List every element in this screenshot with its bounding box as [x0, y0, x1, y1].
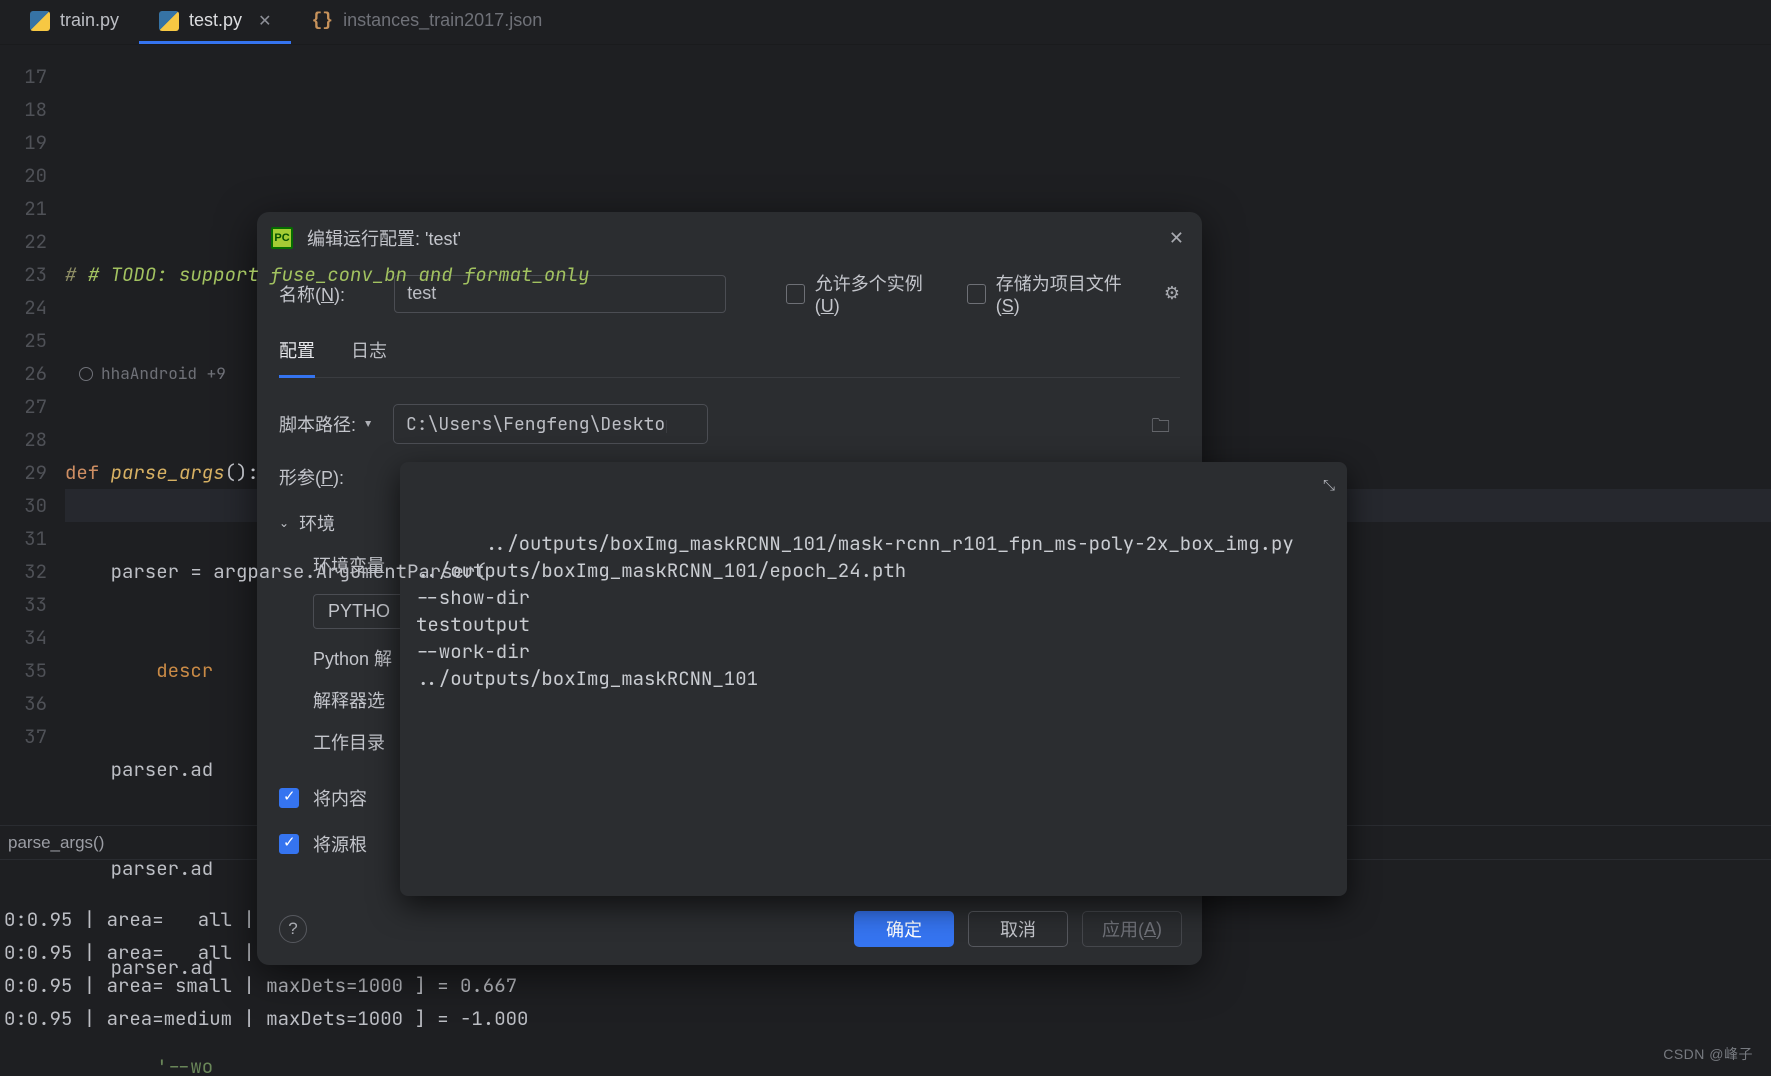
code-todo-comment: # TODO: support fuse_conv_bn and format_… — [88, 262, 590, 287]
ok-button[interactable]: 确定 — [854, 911, 954, 947]
cancel-button[interactable]: 取消 — [968, 911, 1068, 947]
script-path-dropdown[interactable]: 脚本路径:▸ — [279, 411, 379, 437]
python-env-box[interactable]: PYTHO — [313, 594, 405, 629]
chevron-down-icon: ⌄ — [279, 516, 289, 530]
dialog-header: PC 编辑运行配置: 'test' ✕ — [257, 212, 1202, 264]
folder-icon[interactable]: 🗀 — [1151, 412, 1170, 444]
checkbox-icon[interactable] — [279, 834, 299, 854]
close-icon[interactable]: ✕ — [1169, 228, 1184, 249]
person-icon — [79, 367, 93, 381]
dialog-buttons: 确定 取消 应用(A) — [854, 911, 1182, 947]
author-annotation: hhaAndroid +9 — [65, 357, 1771, 390]
dialog-title: 编辑运行配置: 'test' — [307, 225, 461, 251]
help-button[interactable]: ? — [279, 915, 307, 943]
pycharm-icon: PC — [271, 227, 293, 249]
script-path-input[interactable] — [393, 404, 708, 444]
apply-button[interactable]: 应用(A) — [1082, 911, 1182, 947]
app-root: train.py test.py ✕ {} instances_train201… — [0, 0, 1771, 1076]
checkbox-icon[interactable] — [279, 788, 299, 808]
